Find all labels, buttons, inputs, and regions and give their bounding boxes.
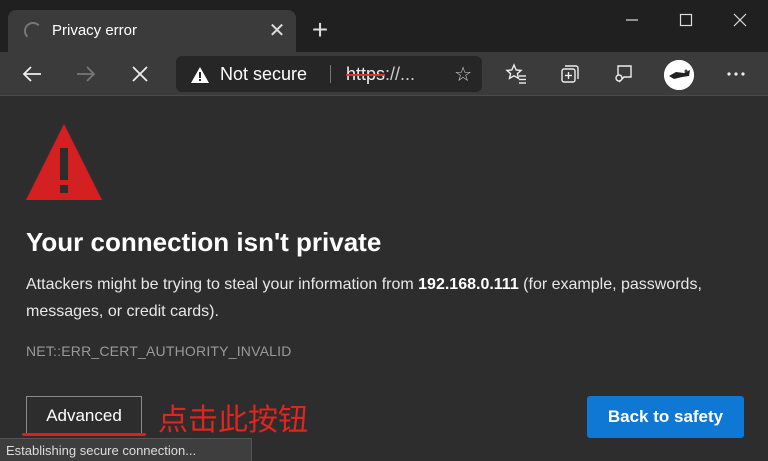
error-page: Your connection isn't private Attackers … <box>0 97 768 461</box>
maximize-icon <box>679 13 693 27</box>
url-text[interactable]: https://... <box>346 64 415 85</box>
warning-icon <box>26 124 102 200</box>
back-button[interactable] <box>16 58 48 90</box>
error-description: Attackers might be trying to steal your … <box>26 271 706 325</box>
new-tab-button[interactable]: + <box>306 16 334 44</box>
feedback-icon <box>615 65 632 83</box>
tab-close-button[interactable]: ✕ <box>266 20 288 42</box>
favorite-star-icon[interactable]: ☆ <box>454 62 472 87</box>
status-bar: Establishing secure connection... <box>0 438 252 461</box>
url-rest: ://... <box>385 64 416 84</box>
profile-picture-icon <box>664 60 694 90</box>
close-window-button[interactable] <box>712 6 768 34</box>
address-bar[interactable]: Not secure https://... ☆ <box>176 56 482 92</box>
feedback-button[interactable] <box>608 58 640 90</box>
close-window-icon <box>733 13 747 27</box>
annotation-text: 点击此按钮 <box>158 403 308 438</box>
host-address: 192.168.0.111 <box>418 276 519 293</box>
favorites-icon <box>505 63 526 84</box>
address-separator <box>330 65 331 83</box>
collections-icon <box>561 65 579 83</box>
maximize-button[interactable] <box>658 6 714 34</box>
forward-arrow-icon <box>77 66 96 82</box>
page-title: Your connection isn't private <box>26 227 382 257</box>
title-bar: Privacy error ✕ + <box>0 0 768 52</box>
favorites-button[interactable] <box>500 58 532 90</box>
forward-button[interactable] <box>70 58 102 90</box>
warning-icon <box>191 67 209 83</box>
security-status-label[interactable]: Not secure <box>220 64 307 85</box>
more-icon <box>727 72 745 76</box>
collections-button[interactable] <box>554 58 586 90</box>
minimize-button[interactable] <box>604 6 660 34</box>
description-text: Attackers might be trying to steal your … <box>26 276 419 293</box>
annotation-underline <box>22 433 146 436</box>
error-code[interactable]: NET::ERR_CERT_AUTHORITY_INVALID <box>26 343 292 359</box>
tab-privacy-error[interactable]: Privacy error ✕ <box>8 10 296 52</box>
profile-avatar[interactable] <box>664 60 694 90</box>
advanced-button[interactable]: Advanced <box>26 396 142 436</box>
stop-icon <box>132 66 148 82</box>
back-to-safety-button[interactable]: Back to safety <box>587 396 744 438</box>
minimize-icon <box>626 19 638 21</box>
stop-button[interactable] <box>124 58 156 90</box>
url-scheme: https <box>346 64 386 84</box>
browser-toolbar: Not secure https://... ☆ <box>0 52 768 96</box>
more-button[interactable] <box>720 58 752 90</box>
back-arrow-icon <box>22 66 41 82</box>
loading-spinner-icon <box>24 22 42 40</box>
tab-title: Privacy error <box>52 22 138 39</box>
